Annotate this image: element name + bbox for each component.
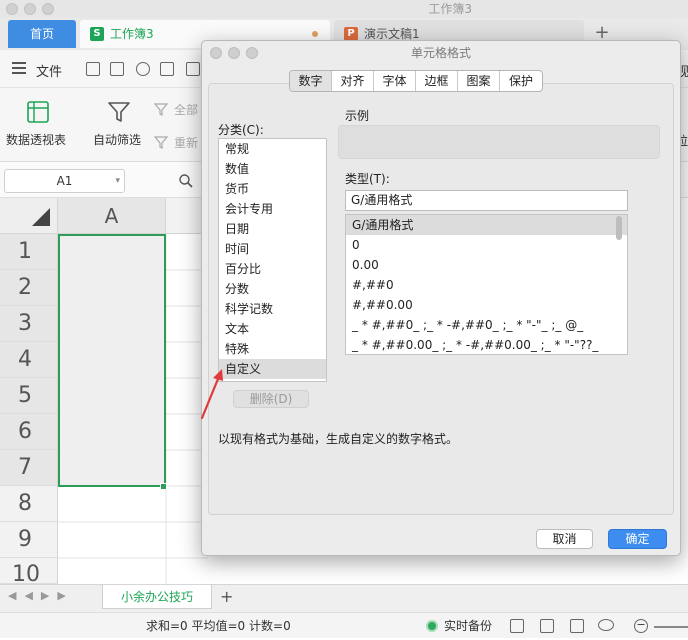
row-header-10[interactable]: 10: [0, 558, 58, 584]
print-preview-icon[interactable]: [186, 62, 200, 76]
category-item-text[interactable]: 文本: [219, 319, 326, 339]
page-break-icon[interactable]: [570, 619, 584, 633]
filter-all-icon: [153, 103, 169, 116]
format-cells-dialog: 单元格格式 数字 对齐 字体 边框 图案 保护 分类(C): 常规 数值 货币 …: [201, 40, 681, 556]
format-painter-icon[interactable]: [136, 62, 150, 76]
normal-view-icon[interactable]: [510, 619, 524, 633]
add-sheet-button[interactable]: +: [220, 585, 233, 609]
category-item-special[interactable]: 特殊: [219, 339, 326, 359]
backup-status-icon: [426, 620, 438, 632]
dialog-title: 单元格格式: [410, 46, 471, 60]
annotation-arrow-icon: [200, 369, 223, 420]
tab-pattern[interactable]: 图案: [458, 71, 500, 91]
column-header-a[interactable]: A: [58, 198, 166, 234]
tab-border[interactable]: 边框: [416, 71, 458, 91]
tab-workbook-label: 工作簿3: [110, 27, 154, 41]
autofilter-button[interactable]: 自动筛选: [93, 131, 141, 148]
format-item[interactable]: 0.00: [346, 255, 627, 275]
zoom-out-icon[interactable]: −: [634, 619, 648, 633]
pivot-table-icon: [27, 101, 49, 123]
zoom-slider[interactable]: [654, 626, 688, 628]
category-label: 分类(C):: [218, 123, 264, 137]
open-folder-icon[interactable]: [86, 62, 100, 76]
category-item-custom[interactable]: 自定义: [219, 359, 326, 379]
name-box[interactable]: A1 ▾: [4, 169, 125, 193]
cell-selection-range[interactable]: [58, 234, 166, 487]
category-item-fraction[interactable]: 分数: [219, 279, 326, 299]
category-item-time[interactable]: 时间: [219, 239, 326, 259]
format-list-scrollbar[interactable]: [616, 216, 622, 240]
format-item[interactable]: #,##0.00: [346, 295, 627, 315]
format-description: 以现有格式为基础，生成自定义的数字格式。: [218, 432, 459, 446]
tab-home[interactable]: 首页: [8, 20, 76, 48]
show-all-button[interactable]: 全部: [174, 101, 198, 118]
window-title: 工作簿3: [428, 2, 472, 16]
filter-icon: [108, 102, 130, 122]
format-item[interactable]: G/通用格式: [346, 215, 627, 235]
category-item-accounting[interactable]: 会计专用: [219, 199, 326, 219]
save-icon[interactable]: [110, 62, 124, 76]
backup-status-label[interactable]: 实时备份: [444, 612, 492, 640]
row-header-3[interactable]: 3: [0, 306, 58, 342]
fill-handle[interactable]: [160, 483, 167, 490]
category-list[interactable]: 常规 数值 货币 会计专用 日期 时间 百分比 分数 科学记数 文本 特殊 自定…: [218, 138, 327, 382]
print-icon[interactable]: [160, 62, 174, 76]
spreadsheet-icon: S: [90, 27, 104, 41]
sample-preview: [338, 125, 660, 159]
hamburger-menu-icon[interactable]: [12, 62, 26, 74]
dialog-tab-strip: 数字 对齐 字体 边框 图案 保护: [289, 70, 543, 92]
category-item-date[interactable]: 日期: [219, 219, 326, 239]
sample-label: 示例: [345, 109, 370, 123]
page-layout-icon[interactable]: [540, 619, 554, 633]
category-item-number[interactable]: 数值: [219, 159, 326, 179]
row-header-5[interactable]: 5: [0, 378, 58, 414]
triangle-corner-icon: [32, 208, 50, 226]
category-item-currency[interactable]: 货币: [219, 179, 326, 199]
format-item[interactable]: _ * #,##0.00_ ;_ * -#,##0.00_ ;_ * "-"??…: [346, 335, 627, 354]
row-header-6[interactable]: 6: [0, 414, 58, 450]
ok-button[interactable]: 确定: [608, 529, 667, 549]
zoom-search-icon[interactable]: [178, 173, 194, 189]
row-header-2[interactable]: 2: [0, 270, 58, 306]
type-label: 类型(T):: [345, 172, 390, 186]
row-header-1[interactable]: 1: [0, 234, 58, 270]
row-header-8[interactable]: 8: [0, 486, 58, 522]
format-item[interactable]: #,##0: [346, 275, 627, 295]
tab-protection[interactable]: 保护: [500, 71, 542, 91]
unsaved-indicator: [312, 31, 318, 37]
name-box-value: A1: [56, 174, 73, 188]
category-item-percentage[interactable]: 百分比: [219, 259, 326, 279]
row-header-7[interactable]: 7: [0, 450, 58, 486]
menu-file[interactable]: 文件: [36, 61, 62, 80]
column-header-b[interactable]: [166, 198, 206, 234]
status-bar: [0, 612, 688, 638]
select-all-corner[interactable]: [0, 198, 58, 234]
delete-format-button[interactable]: 删除(D): [233, 390, 309, 408]
format-item[interactable]: 0: [346, 235, 627, 255]
presentation-icon: P: [344, 27, 358, 41]
format-code-list[interactable]: G/通用格式 0 0.00 #,##0 #,##0.00 _ * #,##0_ …: [345, 214, 628, 355]
tab-alignment[interactable]: 对齐: [332, 71, 374, 91]
status-summary: 求和=0 平均值=0 计数=0: [146, 619, 291, 633]
sheet-nav-arrows-icon[interactable]: ◀◀▶▶: [8, 589, 74, 602]
chevron-down-icon: ▾: [115, 176, 120, 186]
row-header-9[interactable]: 9: [0, 522, 58, 558]
row-header-4[interactable]: 4: [0, 342, 58, 378]
reapply-button[interactable]: 重新: [174, 134, 198, 151]
category-item-general[interactable]: 常规: [219, 139, 326, 159]
tab-number[interactable]: 数字: [290, 71, 332, 91]
sheet-tab-active[interactable]: 小余办公技巧: [102, 585, 212, 609]
tab-font[interactable]: 字体: [374, 71, 416, 91]
cancel-button[interactable]: 取消: [536, 529, 593, 549]
category-item-scientific[interactable]: 科学记数: [219, 299, 326, 319]
pivot-table-button[interactable]: 数据透视表: [6, 131, 66, 148]
format-item[interactable]: _ * #,##0_ ;_ * -#,##0_ ;_ * "-"_ ;_ @_: [346, 315, 627, 335]
reading-mode-icon[interactable]: [598, 619, 614, 631]
reapply-filter-icon: [153, 136, 169, 149]
type-input[interactable]: G/通用格式: [345, 190, 628, 211]
